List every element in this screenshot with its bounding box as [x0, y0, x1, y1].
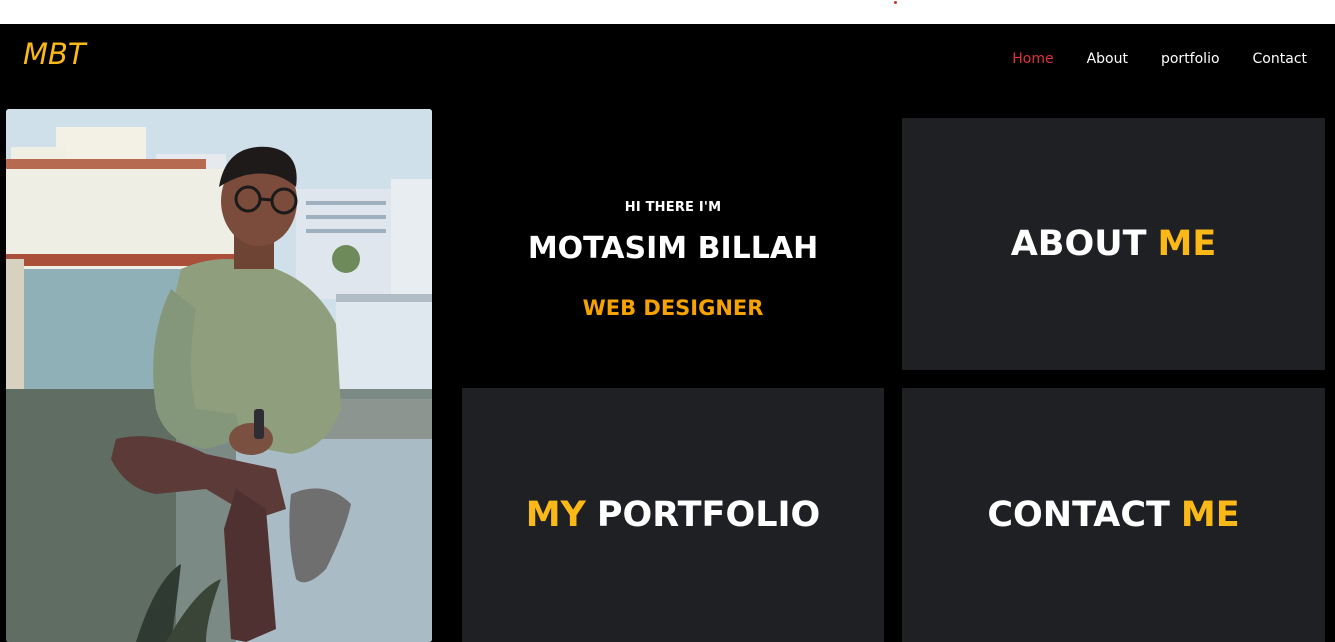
hero-section: HI THERE I'M MOTASIM BILLAH WEB DESIGNER	[462, 118, 884, 370]
nav-links: Home About portfolio Contact	[1012, 51, 1307, 67]
contact-me-card[interactable]: CONTACT ME	[902, 388, 1325, 642]
nav-link-about[interactable]: About	[1087, 51, 1128, 67]
nav-link-portfolio[interactable]: portfolio	[1161, 51, 1220, 67]
hero-greeting: HI THERE I'M	[624, 200, 722, 215]
browser-top-strip	[0, 0, 1335, 24]
about-card-title-accent: ME	[1157, 224, 1217, 264]
contact-card-title-accent: ME	[1180, 495, 1240, 535]
navbar: MBT Home About portfolio Contact	[0, 24, 1335, 88]
my-portfolio-card[interactable]: MY PORTFOLIO	[462, 388, 884, 642]
brand-logo[interactable]: MBT	[23, 37, 86, 71]
about-card-title-white: ABOUT	[1010, 224, 1147, 264]
contact-card-title-white: CONTACT	[987, 495, 1170, 535]
nav-link-home[interactable]: Home	[1012, 51, 1053, 67]
portfolio-card-title-white: PORTFOLIO	[596, 495, 821, 535]
profile-photo	[6, 109, 432, 642]
page: MBT Home About portfolio Contact HI THER…	[0, 24, 1335, 642]
nav-link-contact[interactable]: Contact	[1253, 51, 1307, 67]
hero-role: WEB DESIGNER	[582, 296, 764, 320]
hero-name: MOTASIM BILLAH	[527, 231, 819, 266]
portfolio-card-title-accent: MY	[525, 495, 586, 535]
red-dot-icon	[894, 1, 897, 4]
profile-photo-illustration	[6, 109, 432, 642]
about-me-card[interactable]: ABOUT ME	[902, 118, 1325, 370]
